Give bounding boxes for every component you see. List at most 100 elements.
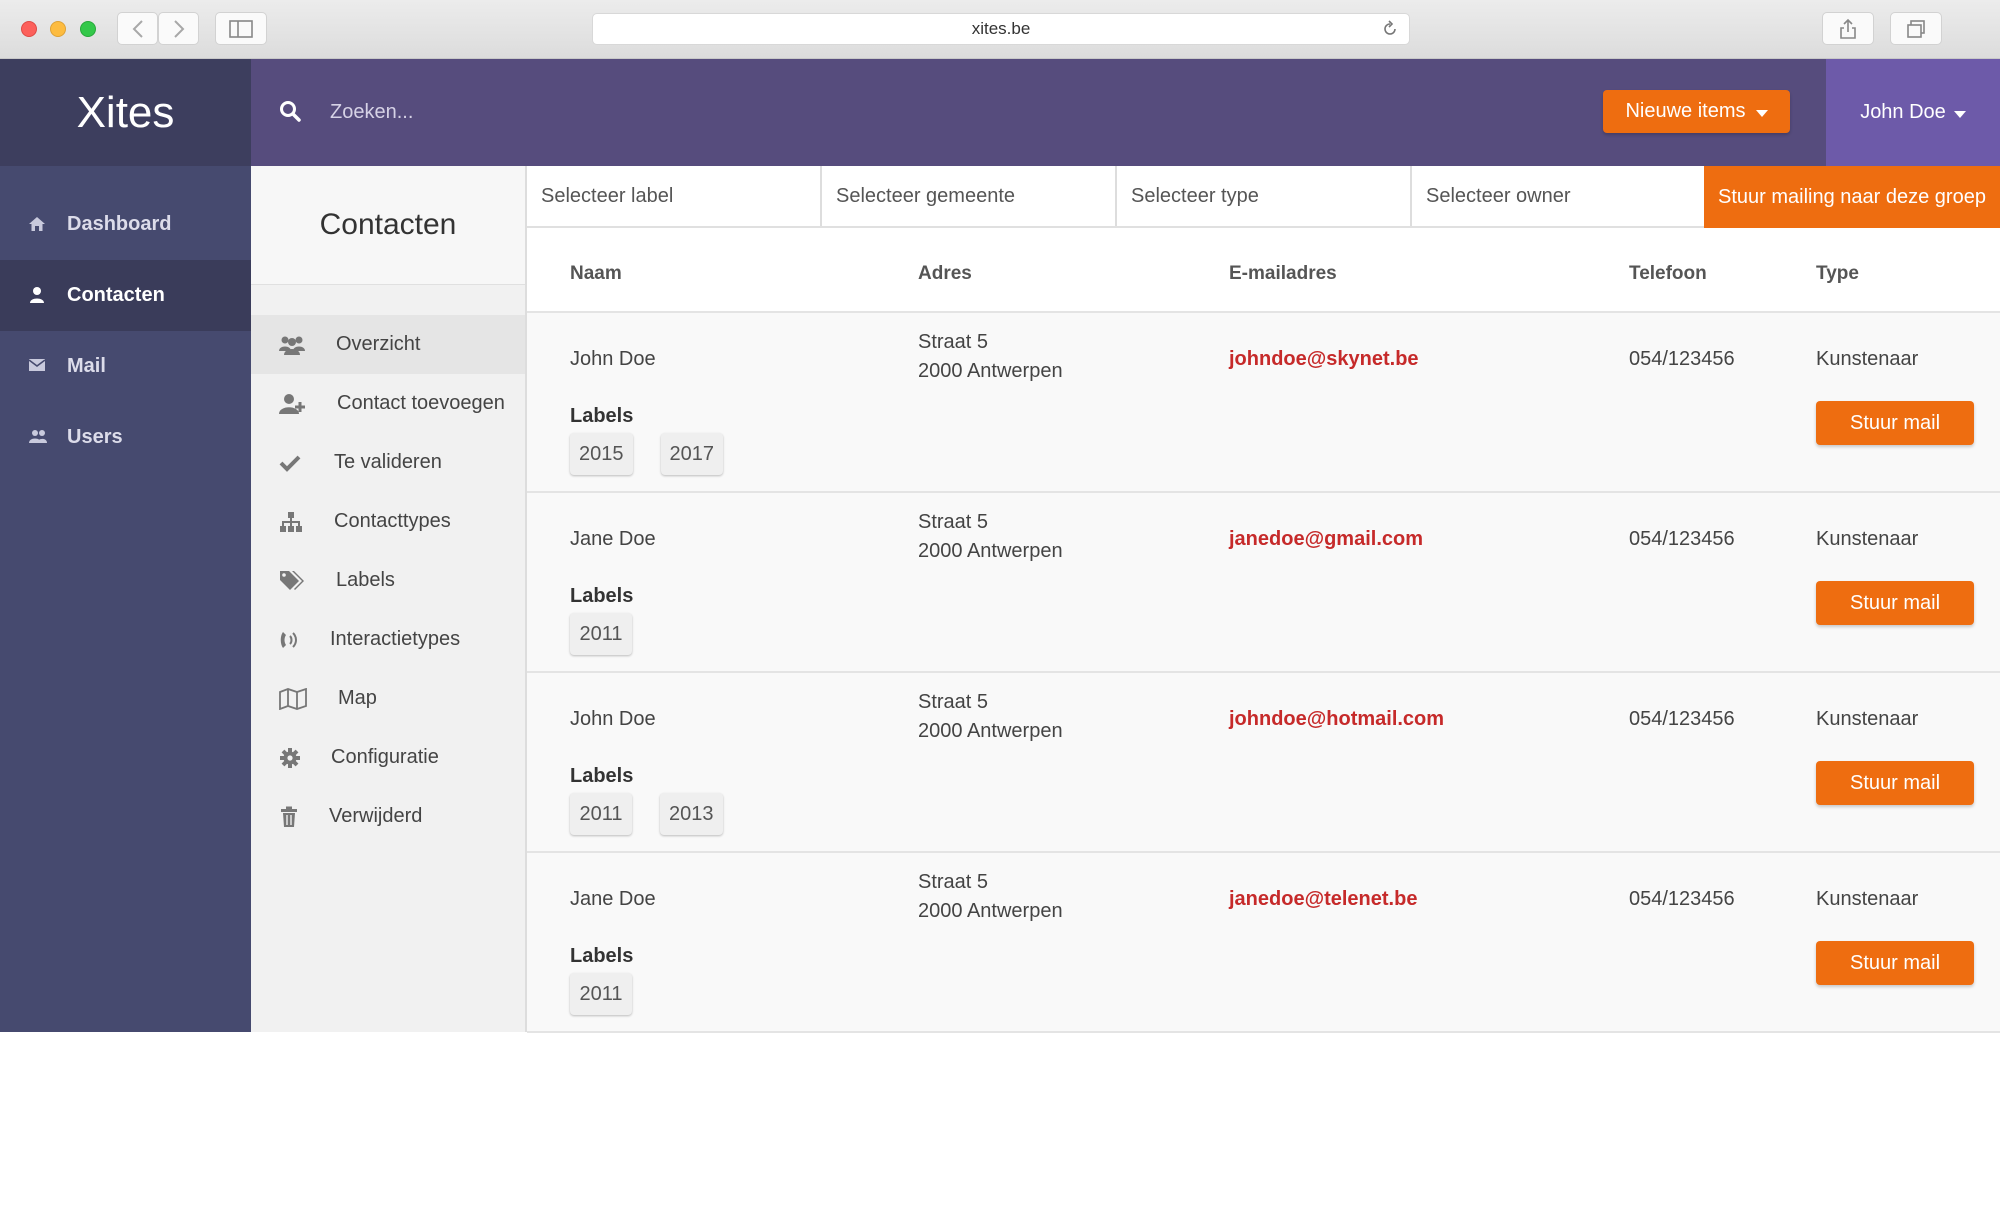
subnav-title: Contacten [251,166,525,285]
back-button[interactable] [117,12,158,45]
owner-filter[interactable]: Selecteer owner [1412,166,1707,226]
close-window-button[interactable] [21,21,37,37]
map-icon [279,687,307,710]
user-menu[interactable]: John Doe [1826,59,2000,166]
gemeente-filter[interactable]: Selecteer gemeente [822,166,1117,226]
column-header-name[interactable]: Naam [570,263,622,285]
labels-heading: Labels [570,945,634,967]
trash-icon [281,806,297,827]
tabs-button[interactable] [1890,12,1942,45]
sidebar-item-label: Contacten [67,284,165,306]
column-header-address[interactable]: Adres [918,263,972,285]
contact-email-link[interactable]: janedoe@gmail.com [1229,528,1423,551]
contact-type: Kunstenaar [1816,348,1919,370]
column-header-phone[interactable]: Telefoon [1629,263,1707,285]
subnav-item-map[interactable]: Map [251,669,525,728]
reload-icon[interactable] [1381,20,1399,38]
table-row: Jane Doe Straat 5 2000 Antwerpen janedoe… [527,853,2000,1033]
user-plus-icon [279,393,305,414]
app: Xites Nieuwe items John Doe Dashboard Co… [0,59,2000,1033]
type-filter[interactable]: Selecteer type [1117,166,1412,226]
contact-email-link[interactable]: johndoe@hotmail.com [1229,708,1444,731]
contact-name: John Doe [570,708,656,730]
chevron-left-icon [132,19,143,38]
subnav-item-interactietypes[interactable]: Interactietypes [251,610,525,669]
tags-icon [280,570,304,590]
home-icon [29,217,45,231]
subnav-item-label: Contact toevoegen [337,392,505,414]
user-name: John Doe [1860,101,1946,123]
maximize-window-button[interactable] [80,21,96,37]
contact-name: John Doe [570,348,656,370]
sidebar-item-contacten[interactable]: Contacten [0,260,251,331]
check-icon [279,455,301,472]
sidebar-item-dashboard[interactable]: Dashboard [0,189,251,260]
label-chip[interactable]: 2011 [570,973,632,1015]
send-mail-button[interactable]: Stuur mail [1816,941,1974,985]
contact-city: 2000 Antwerpen [918,720,1063,742]
minimize-window-button[interactable] [50,21,66,37]
subnav-item-verwijderd[interactable]: Verwijderd [251,787,525,846]
label-chip[interactable]: 2011 [570,613,632,655]
contact-type: Kunstenaar [1816,528,1919,550]
sidebar-item-users[interactable]: Users [0,402,251,473]
contact-city: 2000 Antwerpen [918,360,1063,382]
subnav-item-contacttypes[interactable]: Contacttypes [251,492,525,551]
sidebar-toggle-button[interactable] [215,12,267,45]
contact-phone: 054/123456 [1629,888,1735,910]
column-header-type[interactable]: Type [1816,263,1859,285]
send-mail-button[interactable]: Stuur mail [1816,761,1974,805]
contact-street: Straat 5 [918,331,989,353]
label-chip[interactable]: 2013 [660,793,723,835]
column-header-email[interactable]: E-mailadres [1229,263,1337,285]
label-chip[interactable]: 2015 [570,433,633,475]
subnav-item-label: Te valideren [334,451,442,473]
label-chip[interactable]: 2017 [660,433,723,475]
table-row: Jane Doe Straat 5 2000 Antwerpen janedoe… [527,493,2000,673]
send-mail-button[interactable]: Stuur mail [1816,401,1974,445]
address-bar[interactable]: xites.be [592,13,1410,45]
share-icon [1840,18,1856,39]
contact-street: Straat 5 [918,871,989,893]
sidebar: Dashboard Contacten Mail Users [0,166,251,1032]
subnav-item-configuratie[interactable]: Configuratie [251,728,525,787]
subnav-item-overzicht[interactable]: Overzicht [251,315,525,374]
labels-heading: Labels [570,585,634,607]
send-group-mailing-button[interactable]: Stuur mailing naar deze groep [1704,166,2000,228]
subnav-item-te-valideren[interactable]: Te valideren [251,433,525,492]
search-input[interactable] [330,87,830,137]
chevron-right-icon [173,19,184,38]
subnav-item-label: Configuratie [331,746,439,768]
send-mail-button[interactable]: Stuur mail [1816,581,1974,625]
contact-email-link[interactable]: johndoe@skynet.be [1229,348,1419,371]
subnav-item-label: Verwijderd [329,805,423,827]
phone-volume-icon [280,631,297,648]
contact-name: Jane Doe [570,888,656,910]
logo[interactable]: Xites [0,59,251,166]
contact-city: 2000 Antwerpen [918,900,1063,922]
subnav-item-contact-toevoegen[interactable]: Contact toevoegen [251,374,525,433]
labels-heading: Labels [570,765,634,787]
new-items-button[interactable]: Nieuwe items [1603,90,1790,133]
contact-email-link[interactable]: janedoe@telenet.be [1229,888,1417,911]
label-filter[interactable]: Selecteer label [527,166,822,226]
logo-text: Xites [76,87,175,137]
browser-chrome: xites.be [0,0,2000,59]
forward-button[interactable] [158,12,199,45]
share-button[interactable] [1822,12,1874,45]
table-header: Naam Adres E-mailadres Telefoon Type [527,228,2000,313]
search-icon[interactable] [279,100,301,122]
sidebar-item-label: Mail [67,355,106,377]
sidebar-item-mail[interactable]: Mail [0,331,251,402]
users-icon [29,430,47,443]
sidebar-icon [229,19,253,38]
table-row: John Doe Straat 5 2000 Antwerpen johndoe… [527,313,2000,493]
sitemap-icon [280,511,302,532]
subnav-item-labels[interactable]: Labels [251,551,525,610]
label-chips: 2011 [570,973,632,1015]
user-icon [30,287,44,303]
contact-type: Kunstenaar [1816,708,1919,730]
label-chip[interactable]: 2011 [570,793,632,835]
main-content: Selecteer label Selecteer gemeente Selec… [527,166,2000,1033]
label-chips: 2011 [570,613,632,655]
